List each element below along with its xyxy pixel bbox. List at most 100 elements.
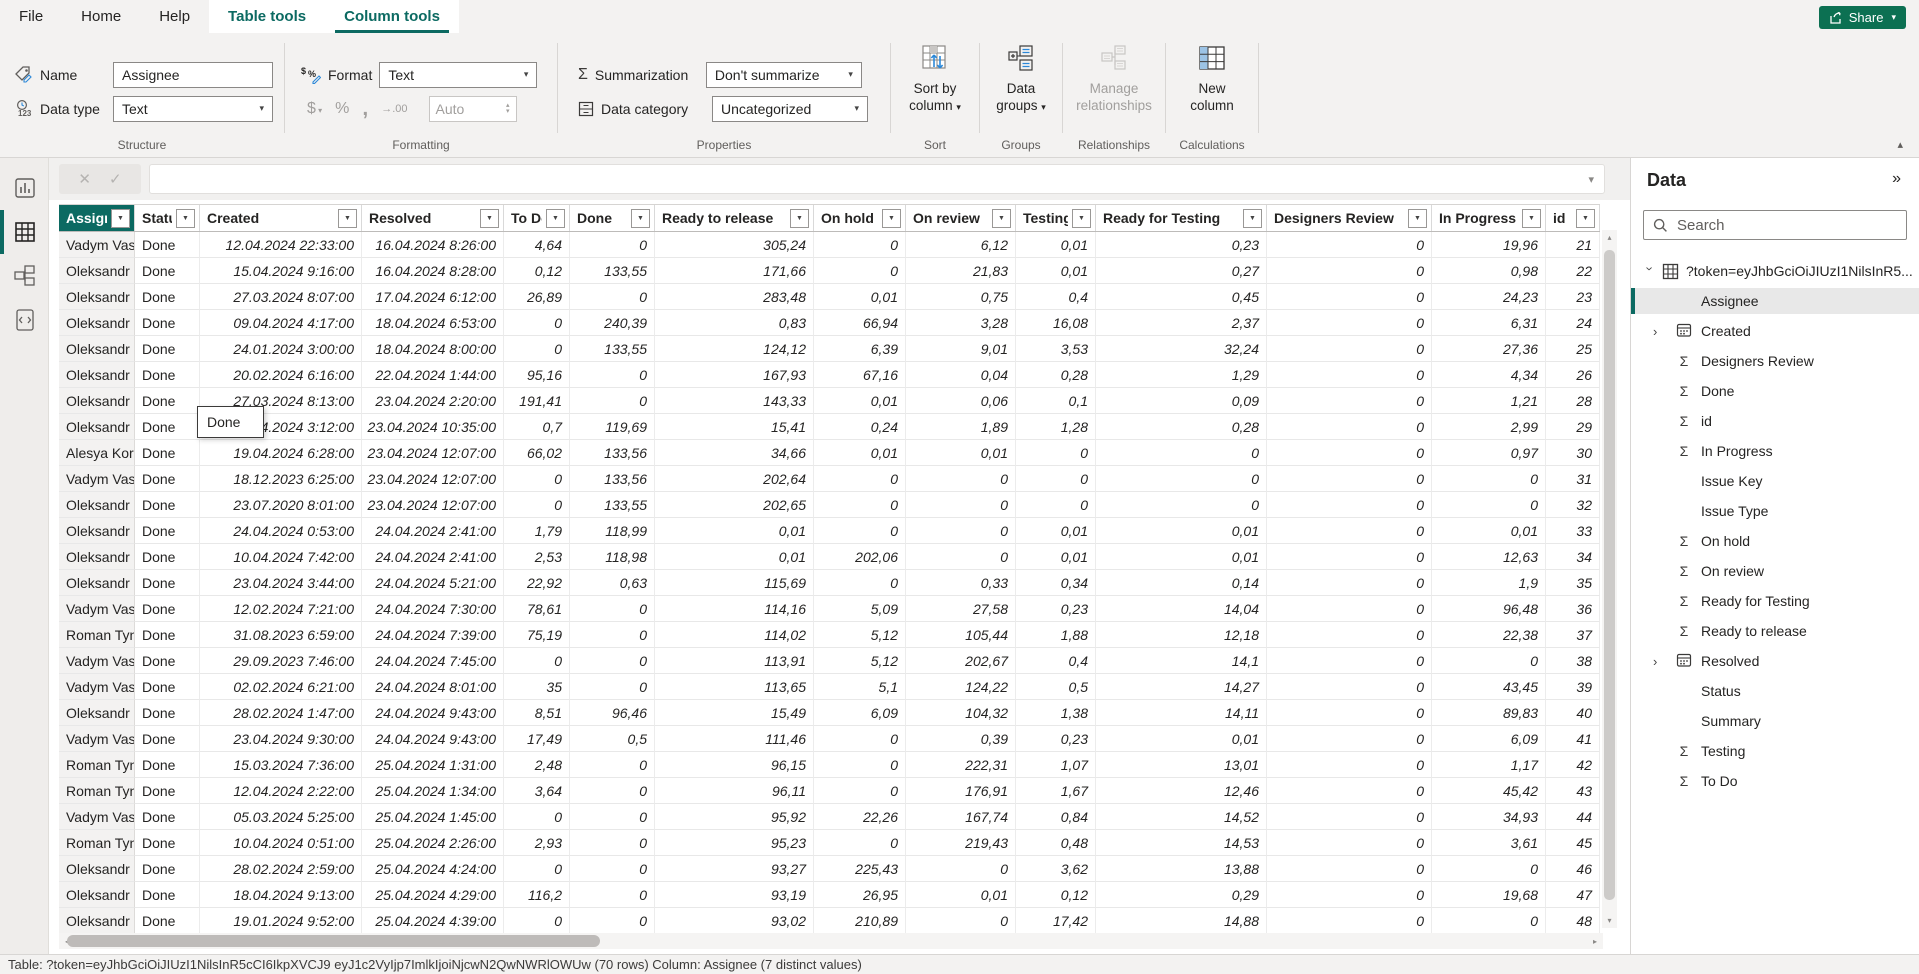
column-header-created[interactable]: Created▼ bbox=[200, 205, 362, 231]
scroll-down-icon[interactable]: ▾ bbox=[1602, 913, 1617, 928]
cell[interactable]: 24.04.2024 9:43:00 bbox=[362, 700, 504, 726]
data-groups-button[interactable]: Datagroups ▾ bbox=[986, 43, 1056, 115]
model-view-icon[interactable] bbox=[13, 264, 37, 288]
cell[interactable]: 0 bbox=[1432, 492, 1546, 518]
cell[interactable]: 0,45 bbox=[1096, 284, 1267, 310]
cell[interactable]: 0,01 bbox=[1016, 544, 1096, 570]
filter-dropdown-icon[interactable]: ▼ bbox=[1408, 209, 1427, 228]
cell[interactable]: 5,12 bbox=[814, 622, 906, 648]
cell[interactable]: 225,43 bbox=[814, 856, 906, 882]
cell[interactable]: 10.04.2024 0:51:00 bbox=[200, 830, 362, 856]
cell[interactable]: 0,97 bbox=[1432, 440, 1546, 466]
cell[interactable]: Vadym Vas bbox=[59, 674, 135, 700]
cell[interactable]: 1,07 bbox=[1016, 752, 1096, 778]
cell[interactable]: 0,84 bbox=[1016, 804, 1096, 830]
cell[interactable]: 66,94 bbox=[814, 310, 906, 336]
cell[interactable]: 222,31 bbox=[906, 752, 1016, 778]
cell[interactable]: 0,39 bbox=[906, 726, 1016, 752]
cell[interactable]: 1,29 bbox=[1096, 362, 1267, 388]
cell[interactable]: Vadym Vas bbox=[59, 726, 135, 752]
cell[interactable]: 0 bbox=[1432, 466, 1546, 492]
cell[interactable]: 24.04.2024 8:01:00 bbox=[362, 674, 504, 700]
cell[interactable]: 0,4 bbox=[1016, 284, 1096, 310]
cell[interactable]: 10.04.2024 7:42:00 bbox=[200, 544, 362, 570]
cell[interactable]: Done bbox=[135, 856, 200, 882]
cell[interactable]: 0 bbox=[570, 388, 655, 414]
cell[interactable]: 0 bbox=[570, 674, 655, 700]
cell[interactable]: 24,23 bbox=[1432, 284, 1546, 310]
cell[interactable]: 36 bbox=[1546, 596, 1600, 622]
cell[interactable]: 0 bbox=[1016, 466, 1096, 492]
collapse-panel-icon[interactable]: » bbox=[1892, 170, 1901, 188]
cell[interactable]: 25.04.2024 4:24:00 bbox=[362, 856, 504, 882]
cell[interactable]: 95,16 bbox=[504, 362, 570, 388]
column-header-done[interactable]: Done▼ bbox=[570, 205, 655, 231]
cell[interactable]: 0 bbox=[1267, 518, 1432, 544]
cell[interactable]: 19,68 bbox=[1432, 882, 1546, 908]
cell[interactable]: 44 bbox=[1546, 804, 1600, 830]
cell[interactable]: 96,48 bbox=[1432, 596, 1546, 622]
thousands-separator-button[interactable]: , bbox=[362, 104, 368, 114]
cell[interactable]: 96,11 bbox=[655, 778, 814, 804]
cell[interactable]: 0 bbox=[504, 466, 570, 492]
cell[interactable]: 34,66 bbox=[655, 440, 814, 466]
filter-dropdown-icon[interactable]: ▼ bbox=[882, 209, 901, 228]
cell[interactable]: Vadym Vas bbox=[59, 596, 135, 622]
table-node[interactable]: › ?token=eyJhbGciOiJIUzI1NilsInR5... bbox=[1631, 258, 1919, 284]
cell[interactable]: 0,01 bbox=[906, 882, 1016, 908]
cell[interactable]: 0,01 bbox=[906, 440, 1016, 466]
cell[interactable]: 12.02.2024 7:21:00 bbox=[200, 596, 362, 622]
cell[interactable]: Done bbox=[135, 258, 200, 284]
cell[interactable]: 0 bbox=[504, 908, 570, 934]
formula-expand-icon[interactable]: ▾ bbox=[1588, 173, 1594, 186]
cell[interactable]: 31 bbox=[1546, 466, 1600, 492]
cell[interactable]: 0 bbox=[1267, 882, 1432, 908]
report-view-icon[interactable] bbox=[13, 176, 37, 200]
cell[interactable]: Done bbox=[135, 882, 200, 908]
cell[interactable]: 0 bbox=[570, 778, 655, 804]
cell[interactable]: 31.08.2023 6:59:00 bbox=[200, 622, 362, 648]
cell[interactable]: Oleksandr bbox=[59, 700, 135, 726]
cell[interactable]: 0 bbox=[906, 856, 1016, 882]
cell[interactable]: 18.04.2024 9:13:00 bbox=[200, 882, 362, 908]
cell[interactable]: 12,63 bbox=[1432, 544, 1546, 570]
cell[interactable]: 116,2 bbox=[504, 882, 570, 908]
field-item-on-hold[interactable]: ΣOn hold bbox=[1631, 528, 1919, 554]
cell[interactable]: 41 bbox=[1546, 726, 1600, 752]
filter-dropdown-icon[interactable]: ▼ bbox=[631, 209, 650, 228]
field-item-assignee[interactable]: Assignee bbox=[1631, 288, 1919, 314]
cell[interactable]: 119,69 bbox=[570, 414, 655, 440]
cell[interactable]: 93,02 bbox=[655, 908, 814, 934]
cell[interactable]: 1,79 bbox=[504, 518, 570, 544]
cell[interactable]: 0 bbox=[1267, 830, 1432, 856]
cell[interactable]: Vadym Vas bbox=[59, 232, 135, 258]
cell[interactable]: Oleksandr bbox=[59, 336, 135, 362]
cell[interactable]: 0,5 bbox=[1016, 674, 1096, 700]
cell[interactable]: Vadym Vas bbox=[59, 466, 135, 492]
cell[interactable]: 43,45 bbox=[1432, 674, 1546, 700]
cell[interactable]: 0,01 bbox=[1432, 518, 1546, 544]
cell[interactable]: 0 bbox=[1267, 232, 1432, 258]
cell[interactable]: 0,06 bbox=[906, 388, 1016, 414]
cell[interactable]: 0,27 bbox=[1096, 258, 1267, 284]
cell[interactable]: 0 bbox=[814, 752, 906, 778]
cell[interactable]: 12,18 bbox=[1096, 622, 1267, 648]
column-header-ready-for-testing[interactable]: Ready for Testing▼ bbox=[1096, 205, 1267, 231]
cell[interactable]: 2,53 bbox=[504, 544, 570, 570]
field-item-in-progress[interactable]: ΣIn Progress bbox=[1631, 438, 1919, 464]
cell[interactable]: 0,28 bbox=[1096, 414, 1267, 440]
cell[interactable]: 95,92 bbox=[655, 804, 814, 830]
cell[interactable]: Oleksandr bbox=[59, 388, 135, 414]
cell[interactable]: 0 bbox=[814, 570, 906, 596]
cell[interactable]: 0,5 bbox=[570, 726, 655, 752]
chevron-right-icon[interactable]: › bbox=[1653, 654, 1657, 669]
cell[interactable]: 37 bbox=[1546, 622, 1600, 648]
cell[interactable]: 0 bbox=[1267, 258, 1432, 284]
filter-dropdown-icon[interactable]: ▼ bbox=[338, 209, 357, 228]
column-header-in-progress[interactable]: In Progress▼ bbox=[1432, 205, 1546, 231]
cell[interactable]: Oleksandr bbox=[59, 908, 135, 934]
cell[interactable]: 14,27 bbox=[1096, 674, 1267, 700]
cell[interactable]: 14,1 bbox=[1096, 648, 1267, 674]
cell[interactable]: 17,49 bbox=[504, 726, 570, 752]
cell[interactable]: 0 bbox=[1267, 388, 1432, 414]
